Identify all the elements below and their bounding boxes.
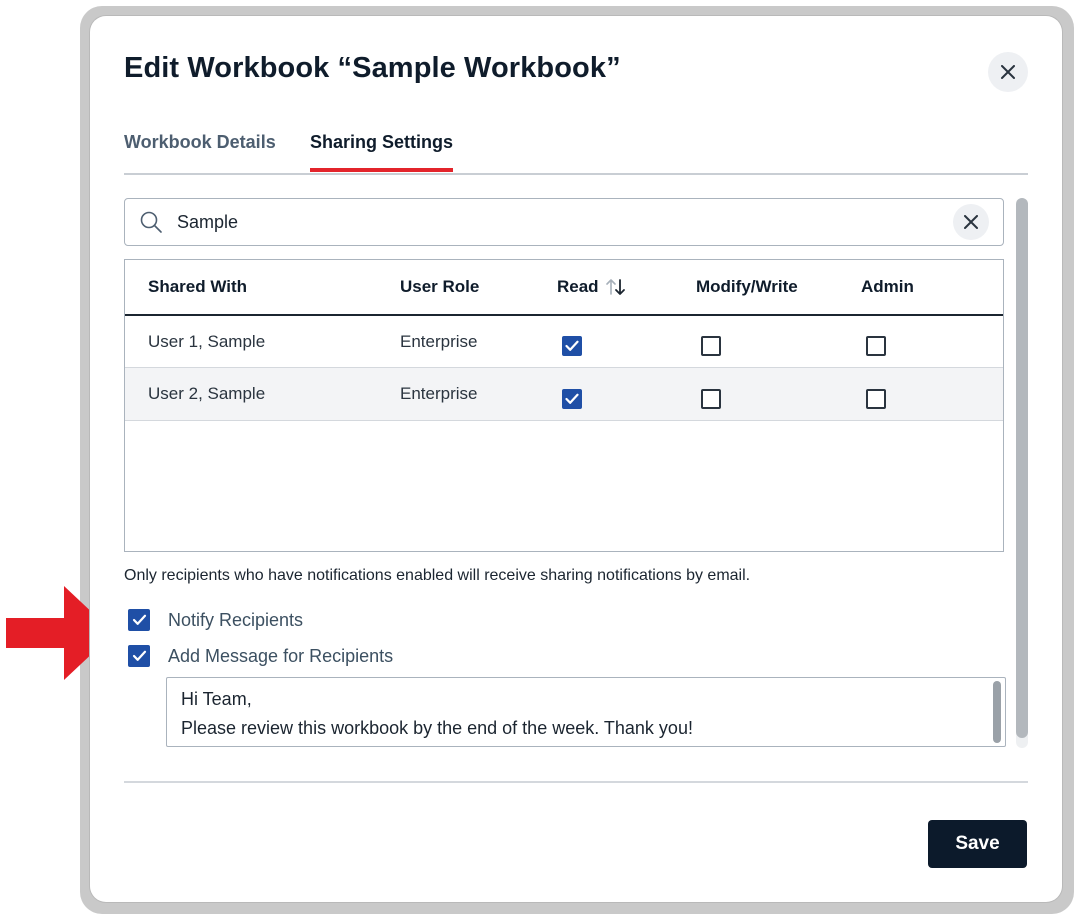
message-textarea[interactable]: Hi Team, Please review this workbook by …	[166, 677, 1006, 747]
dialog-title: Edit Workbook “Sample Workbook”	[124, 52, 621, 84]
tab-workbook-details[interactable]: Workbook Details	[124, 132, 276, 153]
close-icon	[964, 215, 978, 229]
sharing-table: Shared With User Role Read Modify/Write …	[124, 259, 1004, 552]
table-row: User 1, Sample Enterprise	[125, 315, 1003, 368]
dialog-scrollbar-thumb[interactable]	[1016, 198, 1028, 738]
column-header-read[interactable]: Read	[557, 277, 599, 297]
checkmark-icon	[132, 614, 146, 625]
edit-workbook-dialog: Edit Workbook “Sample Workbook” Workbook…	[90, 16, 1062, 902]
search-input[interactable]	[177, 211, 937, 233]
shared-with-cell: User 2, Sample	[148, 384, 266, 403]
admin-checkbox[interactable]	[866, 336, 886, 356]
add-message-label[interactable]: Add Message for Recipients	[168, 646, 393, 667]
notify-recipients-option[interactable]: Notify Recipients	[128, 609, 368, 633]
footer-divider	[124, 781, 1028, 783]
close-icon	[1001, 65, 1015, 79]
message-scrollbar[interactable]	[993, 681, 1001, 743]
search-box	[124, 198, 1004, 246]
tab-sharing-settings[interactable]: Sharing Settings	[310, 132, 454, 172]
notify-recipients-checkbox[interactable]	[128, 609, 150, 631]
column-header-admin[interactable]: Admin	[861, 277, 914, 297]
shared-with-cell: User 1, Sample	[148, 332, 266, 351]
column-header-modify-write[interactable]: Modify/Write	[696, 277, 798, 297]
modify-write-checkbox[interactable]	[701, 389, 721, 409]
save-button[interactable]: Save	[928, 820, 1027, 868]
checkmark-icon	[565, 340, 579, 351]
close-button[interactable]	[988, 52, 1028, 92]
search-icon	[140, 211, 162, 233]
user-role-cell: Enterprise	[400, 384, 478, 403]
add-message-checkbox[interactable]	[128, 645, 150, 667]
admin-checkbox[interactable]	[866, 389, 886, 409]
modify-write-checkbox[interactable]	[701, 336, 721, 356]
clear-search-button[interactable]	[953, 204, 989, 240]
sort-icon[interactable]	[605, 278, 627, 296]
table-header: Shared With User Role Read Modify/Write …	[125, 260, 1003, 316]
user-role-cell: Enterprise	[400, 332, 478, 351]
add-message-option[interactable]: Add Message for Recipients	[128, 645, 448, 669]
tab-bar: Workbook Details Sharing Settings	[124, 128, 1028, 175]
column-header-user-role[interactable]: User Role	[400, 277, 479, 297]
notify-recipients-label[interactable]: Notify Recipients	[168, 610, 303, 631]
read-checkbox[interactable]	[562, 389, 582, 409]
notification-notice: Only recipients who have notifications e…	[124, 567, 751, 584]
table-row: User 2, Sample Enterprise	[125, 368, 1003, 421]
checkmark-icon	[565, 393, 579, 404]
column-header-shared-with[interactable]: Shared With	[148, 277, 247, 297]
message-line: Hi Team,	[181, 689, 252, 709]
message-line: Please review this workbook by the end o…	[181, 718, 693, 738]
read-checkbox[interactable]	[562, 336, 582, 356]
checkmark-icon	[132, 650, 146, 661]
